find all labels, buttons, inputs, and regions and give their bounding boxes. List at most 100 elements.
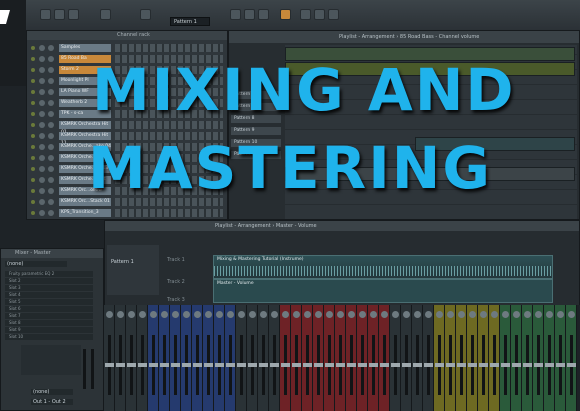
pan-knob[interactable] — [337, 311, 344, 318]
fader-handle[interactable] — [116, 363, 125, 367]
pan-knob[interactable] — [139, 311, 146, 318]
mixer-channel-strip[interactable] — [225, 305, 236, 411]
channel-volume-knob[interactable] — [48, 45, 54, 51]
channel-pan-knob[interactable] — [39, 166, 45, 172]
mixer-channel-strip[interactable] — [390, 305, 401, 411]
mixer-channel-strip[interactable] — [291, 305, 302, 411]
channel-pan-knob[interactable] — [39, 133, 45, 139]
channel-volume-knob[interactable] — [48, 210, 54, 216]
pattern-item[interactable]: Pattern 1 — [111, 259, 134, 265]
mixer-channel-strip[interactable] — [456, 305, 467, 411]
fader-handle[interactable] — [479, 363, 488, 367]
fader-handle[interactable] — [512, 363, 521, 367]
pan-knob[interactable] — [480, 311, 487, 318]
mixer-channel-strip[interactable] — [148, 305, 159, 411]
channel-pan-knob[interactable] — [39, 144, 45, 150]
channel-pan-knob[interactable] — [39, 122, 45, 128]
mixer-insert-slot[interactable]: Slot 4 — [5, 292, 93, 298]
channel-volume-knob[interactable] — [48, 100, 54, 106]
toolbar-tool-4[interactable] — [280, 9, 291, 20]
fader-handle[interactable] — [556, 363, 565, 367]
snap-button[interactable] — [140, 9, 151, 20]
channel-pan-knob[interactable] — [39, 111, 45, 117]
channel-mute-led[interactable] — [31, 68, 35, 72]
channel-pan-knob[interactable] — [39, 177, 45, 183]
mixer-channel-strip[interactable] — [423, 305, 434, 411]
pan-knob[interactable] — [282, 311, 289, 318]
fader-handle[interactable] — [292, 363, 301, 367]
fader-handle[interactable] — [424, 363, 433, 367]
channel-row[interactable]: KPS_Transition_3 — [29, 208, 225, 218]
channel-volume-knob[interactable] — [48, 56, 54, 62]
mixer-channel-strip[interactable] — [478, 305, 489, 411]
mixer-channel-strip[interactable] — [335, 305, 346, 411]
fader-handle[interactable] — [358, 363, 367, 367]
fader-handle[interactable] — [435, 363, 444, 367]
channel-volume-knob[interactable] — [48, 177, 54, 183]
mixer-channel-strip[interactable] — [181, 305, 192, 411]
mixer-channel-strip[interactable] — [368, 305, 379, 411]
fader-handle[interactable] — [248, 363, 257, 367]
pan-knob[interactable] — [161, 311, 168, 318]
channel-mute-led[interactable] — [31, 101, 35, 105]
fader-handle[interactable] — [193, 363, 202, 367]
channel-mute-led[interactable] — [31, 79, 35, 83]
fader-handle[interactable] — [281, 363, 290, 367]
record-button[interactable] — [68, 9, 79, 20]
pan-knob[interactable] — [524, 311, 531, 318]
pan-knob[interactable] — [304, 311, 311, 318]
mixer-channel-strip[interactable] — [500, 305, 511, 411]
channel-volume-knob[interactable] — [48, 155, 54, 161]
pan-knob[interactable] — [172, 311, 179, 318]
mixer-channel-strip[interactable] — [324, 305, 335, 411]
toolbar-tool-1[interactable] — [230, 9, 241, 20]
pan-knob[interactable] — [106, 311, 113, 318]
pan-knob[interactable] — [117, 311, 124, 318]
pan-knob[interactable] — [326, 311, 333, 318]
step-sequencer[interactable] — [115, 44, 223, 52]
fader-handle[interactable] — [534, 363, 543, 367]
pan-knob[interactable] — [491, 311, 498, 318]
fader-handle[interactable] — [545, 363, 554, 367]
mixer-channel-strip[interactable] — [555, 305, 566, 411]
pan-knob[interactable] — [535, 311, 542, 318]
mixer-channel-strip[interactable] — [258, 305, 269, 411]
mixer-channel-strip[interactable] — [434, 305, 445, 411]
pan-knob[interactable] — [458, 311, 465, 318]
mixer-channel-strip[interactable] — [566, 305, 577, 411]
mixer-insert-slot[interactable]: Slot 8 — [5, 320, 93, 326]
fader-handle[interactable] — [490, 363, 499, 367]
mixer-channel-strip[interactable] — [379, 305, 390, 411]
pan-knob[interactable] — [436, 311, 443, 318]
toolbar-tool-6[interactable] — [314, 9, 325, 20]
fader-handle[interactable] — [501, 363, 510, 367]
fader-handle[interactable] — [149, 363, 158, 367]
channel-volume-knob[interactable] — [48, 188, 54, 194]
mixer-insert-slot[interactable]: Slot 9 — [5, 327, 93, 333]
fader-handle[interactable] — [127, 363, 136, 367]
mixer-insert-slot[interactable]: Slot 3 — [5, 285, 93, 291]
channel-mute-led[interactable] — [31, 156, 35, 160]
pan-knob[interactable] — [249, 311, 256, 318]
mixer-insert-slot[interactable]: Slot 5 — [5, 299, 93, 305]
fader-handle[interactable] — [270, 363, 279, 367]
channel-mute-led[interactable] — [31, 145, 35, 149]
channel-volume-knob[interactable] — [48, 67, 54, 73]
channel-volume-knob[interactable] — [48, 199, 54, 205]
channel-mute-led[interactable] — [31, 134, 35, 138]
fader-handle[interactable] — [182, 363, 191, 367]
pan-knob[interactable] — [293, 311, 300, 318]
mixer-insert-slot[interactable]: Slot 10 — [5, 334, 93, 340]
mixer-channel-strip[interactable] — [269, 305, 280, 411]
mixer-insert-slot[interactable]: Slot 6 — [5, 306, 93, 312]
channel-volume-knob[interactable] — [48, 111, 54, 117]
toolbar-tool-3[interactable] — [258, 9, 269, 20]
fader-handle[interactable] — [468, 363, 477, 367]
mixer-channel-strip[interactable] — [522, 305, 533, 411]
fader-handle[interactable] — [171, 363, 180, 367]
channel-mute-led[interactable] — [31, 211, 35, 215]
channel-pan-knob[interactable] — [39, 188, 45, 194]
pan-knob[interactable] — [194, 311, 201, 318]
mixer-channel-strip[interactable] — [544, 305, 555, 411]
mixer-insert-slot[interactable]: Fruity parametric EQ 2 — [5, 271, 93, 277]
